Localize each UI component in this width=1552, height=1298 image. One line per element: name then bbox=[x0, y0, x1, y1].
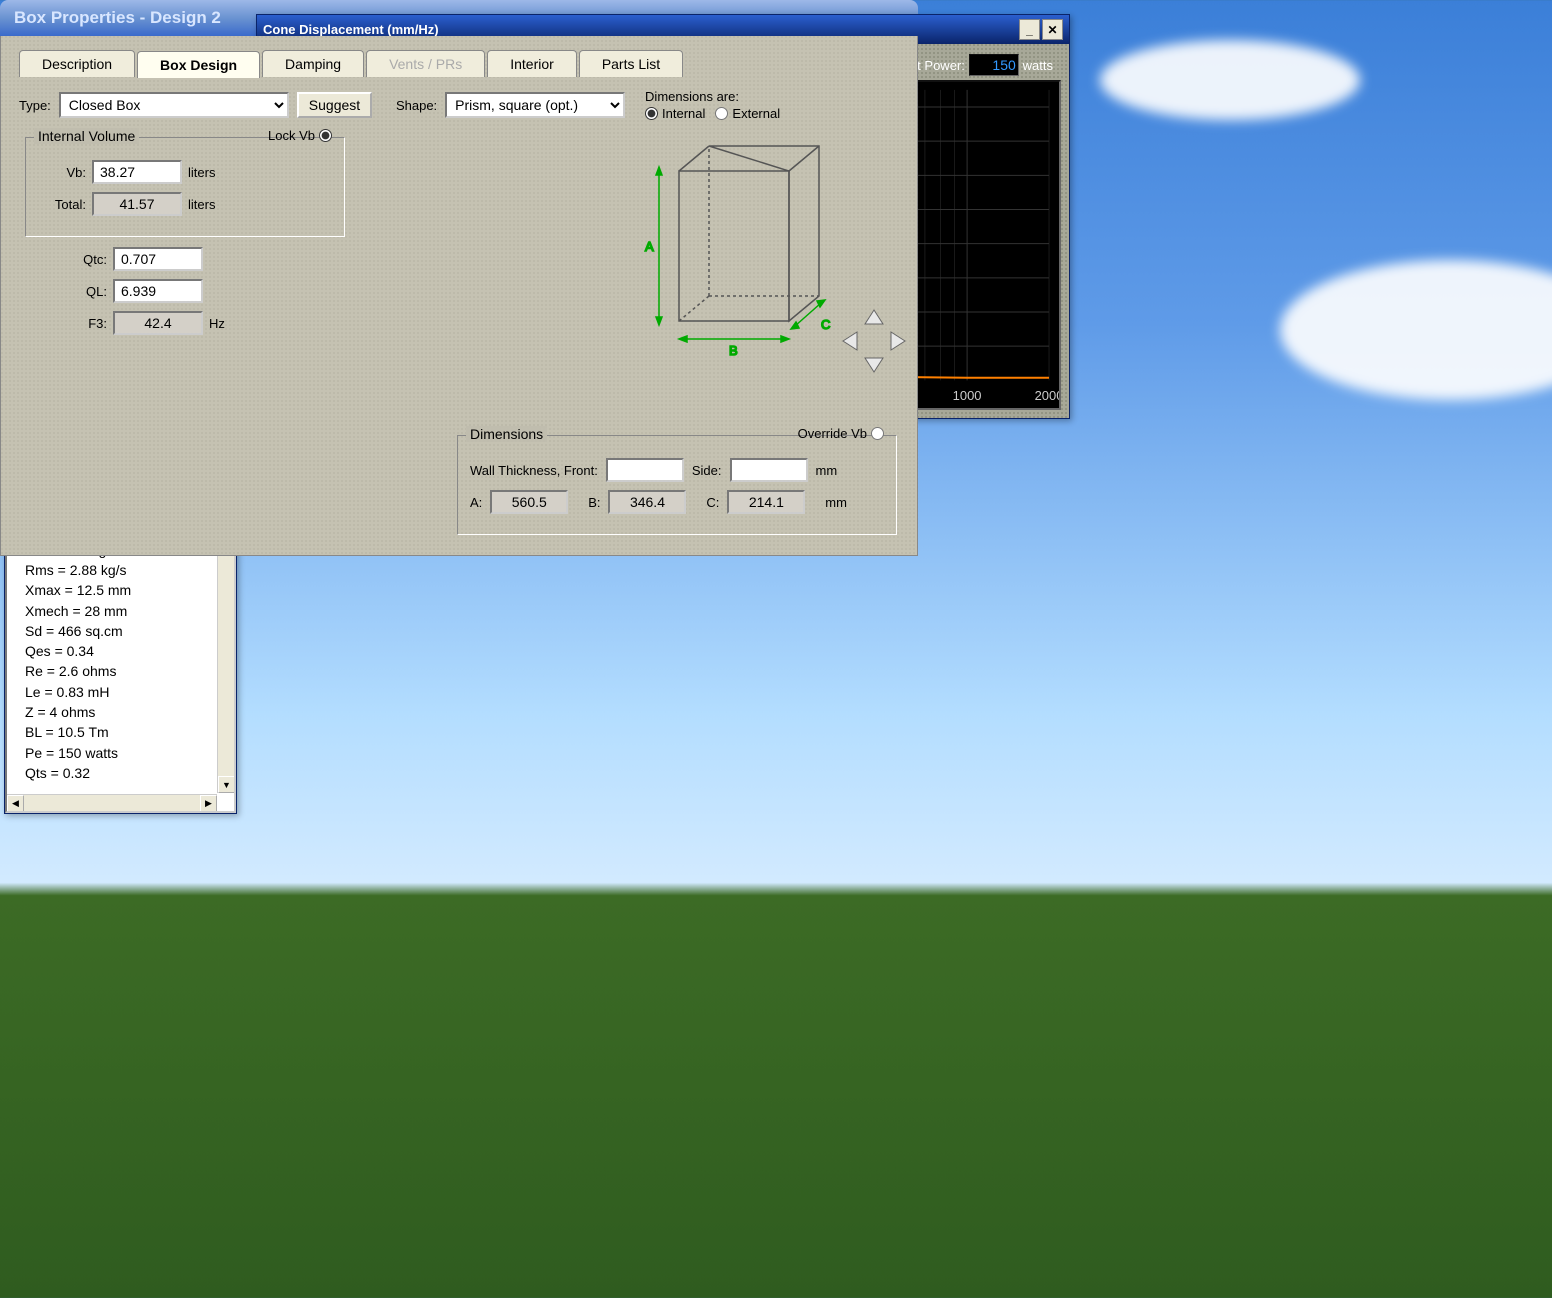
input-power-unit: watts bbox=[1023, 58, 1053, 73]
wall-front-label: Wall Thickness, Front: bbox=[470, 463, 598, 478]
driver-property-row: Pe = 150 watts bbox=[15, 743, 226, 763]
dim-are-label: Dimensions are: bbox=[645, 89, 780, 104]
dim-b-label: B: bbox=[588, 495, 600, 510]
f3-label: F3: bbox=[59, 316, 107, 331]
vb-label: Vb: bbox=[38, 165, 86, 180]
scrollbar-horizontal[interactable]: ◀ ▶ bbox=[7, 794, 217, 811]
dim-unit: mm bbox=[825, 495, 847, 510]
svg-text:B: B bbox=[729, 343, 738, 358]
svg-text:2000: 2000 bbox=[1035, 388, 1059, 403]
input-power-field[interactable] bbox=[969, 54, 1019, 76]
dim-c-value: 214.1 bbox=[727, 490, 805, 514]
tab-description[interactable]: Description bbox=[19, 50, 135, 77]
driver-property-row: Re = 2.6 ohms bbox=[15, 661, 226, 681]
radio-external[interactable]: External bbox=[715, 106, 780, 121]
dimensions-legend: Dimensions bbox=[466, 426, 547, 442]
tab-interior[interactable]: Interior bbox=[487, 50, 577, 77]
close-icon[interactable]: ✕ bbox=[1042, 19, 1063, 40]
driver-property-row: Qts = 0.32 bbox=[15, 763, 226, 783]
f3-value: 42.4 bbox=[113, 311, 203, 335]
tab-parts-list[interactable]: Parts List bbox=[579, 50, 683, 77]
type-label: Type: bbox=[19, 98, 51, 113]
driver-property-row: BL = 10.5 Tm bbox=[15, 722, 226, 742]
ql-label: QL: bbox=[59, 284, 107, 299]
type-shape-row: Type: Closed Box Suggest Shape: Prism, s… bbox=[19, 89, 899, 121]
driver-property-row: Rms = 2.88 kg/s bbox=[15, 560, 226, 580]
nav-arrows[interactable] bbox=[839, 306, 909, 376]
shape-label: Shape: bbox=[396, 98, 437, 113]
type-select[interactable]: Closed Box bbox=[59, 92, 289, 118]
driver-property-row: Z = 4 ohms bbox=[15, 702, 226, 722]
driver-property-row: Qes = 0.34 bbox=[15, 641, 226, 661]
total-value: 41.57 bbox=[92, 192, 182, 216]
scroll-left-icon[interactable]: ◀ bbox=[7, 795, 24, 812]
wall-unit: mm bbox=[816, 463, 838, 478]
driver-property-row: Xmech = 28 mm bbox=[15, 601, 226, 621]
driver-property-row: Sd = 466 sq.cm bbox=[15, 621, 226, 641]
scroll-right-icon[interactable]: ▶ bbox=[200, 795, 217, 812]
box-body: DescriptionBox DesignDampingVents / PRsI… bbox=[0, 36, 918, 556]
driver-property-row: Le = 0.83 mH bbox=[15, 682, 226, 702]
svg-text:C: C bbox=[821, 317, 830, 332]
wall-side-label: Side: bbox=[692, 463, 722, 478]
prism-diagram: A B C bbox=[639, 131, 849, 361]
driver-property-row: Xmax = 12.5 mm bbox=[15, 580, 226, 600]
box-properties-window: Box Properties - Design 2 DescriptionBox… bbox=[0, 0, 918, 578]
svg-text:1000: 1000 bbox=[953, 388, 982, 403]
scroll-down-icon[interactable]: ▼ bbox=[218, 776, 235, 793]
override-vb[interactable]: Override Vb bbox=[794, 426, 888, 441]
suggest-button[interactable]: Suggest bbox=[297, 92, 372, 118]
wall-front-input[interactable] bbox=[606, 458, 684, 482]
lock-vb[interactable]: Lock Vb bbox=[264, 128, 336, 143]
vb-unit: liters bbox=[188, 165, 215, 180]
svg-text:A: A bbox=[645, 239, 654, 254]
cloud-decoration bbox=[1280, 260, 1552, 400]
shape-select[interactable]: Prism, square (opt.) bbox=[445, 92, 625, 118]
minimize-icon[interactable]: _ bbox=[1019, 19, 1040, 40]
vb-input[interactable] bbox=[92, 160, 182, 184]
radio-internal[interactable]: Internal bbox=[645, 106, 705, 121]
total-unit: liters bbox=[188, 197, 215, 212]
dim-b-value: 346.4 bbox=[608, 490, 686, 514]
box-tabstrip: DescriptionBox DesignDampingVents / PRsI… bbox=[19, 50, 899, 77]
chart-title: Cone Displacement (mm/Hz) bbox=[263, 22, 439, 37]
tab-damping[interactable]: Damping bbox=[262, 50, 364, 77]
dim-c-label: C: bbox=[706, 495, 719, 510]
internal-volume-legend: Internal Volume bbox=[34, 128, 139, 144]
tab-vents-prs: Vents / PRs bbox=[366, 50, 485, 77]
qtc-label: Qtc: bbox=[59, 252, 107, 267]
qtc-input[interactable] bbox=[113, 247, 203, 271]
dim-a-label: A: bbox=[470, 495, 482, 510]
internal-volume-fieldset: Internal Volume Lock Vb Vb: liters Total… bbox=[25, 137, 345, 237]
cloud-decoration bbox=[1100, 40, 1360, 120]
tab-box-design[interactable]: Box Design bbox=[137, 51, 260, 78]
total-label: Total: bbox=[38, 197, 86, 212]
ql-input[interactable] bbox=[113, 279, 203, 303]
dim-a-value: 560.5 bbox=[490, 490, 568, 514]
wall-side-input[interactable] bbox=[730, 458, 808, 482]
f3-unit: Hz bbox=[209, 316, 225, 331]
dimensions-fieldset: Dimensions Override Vb Wall Thickness, F… bbox=[457, 435, 897, 535]
